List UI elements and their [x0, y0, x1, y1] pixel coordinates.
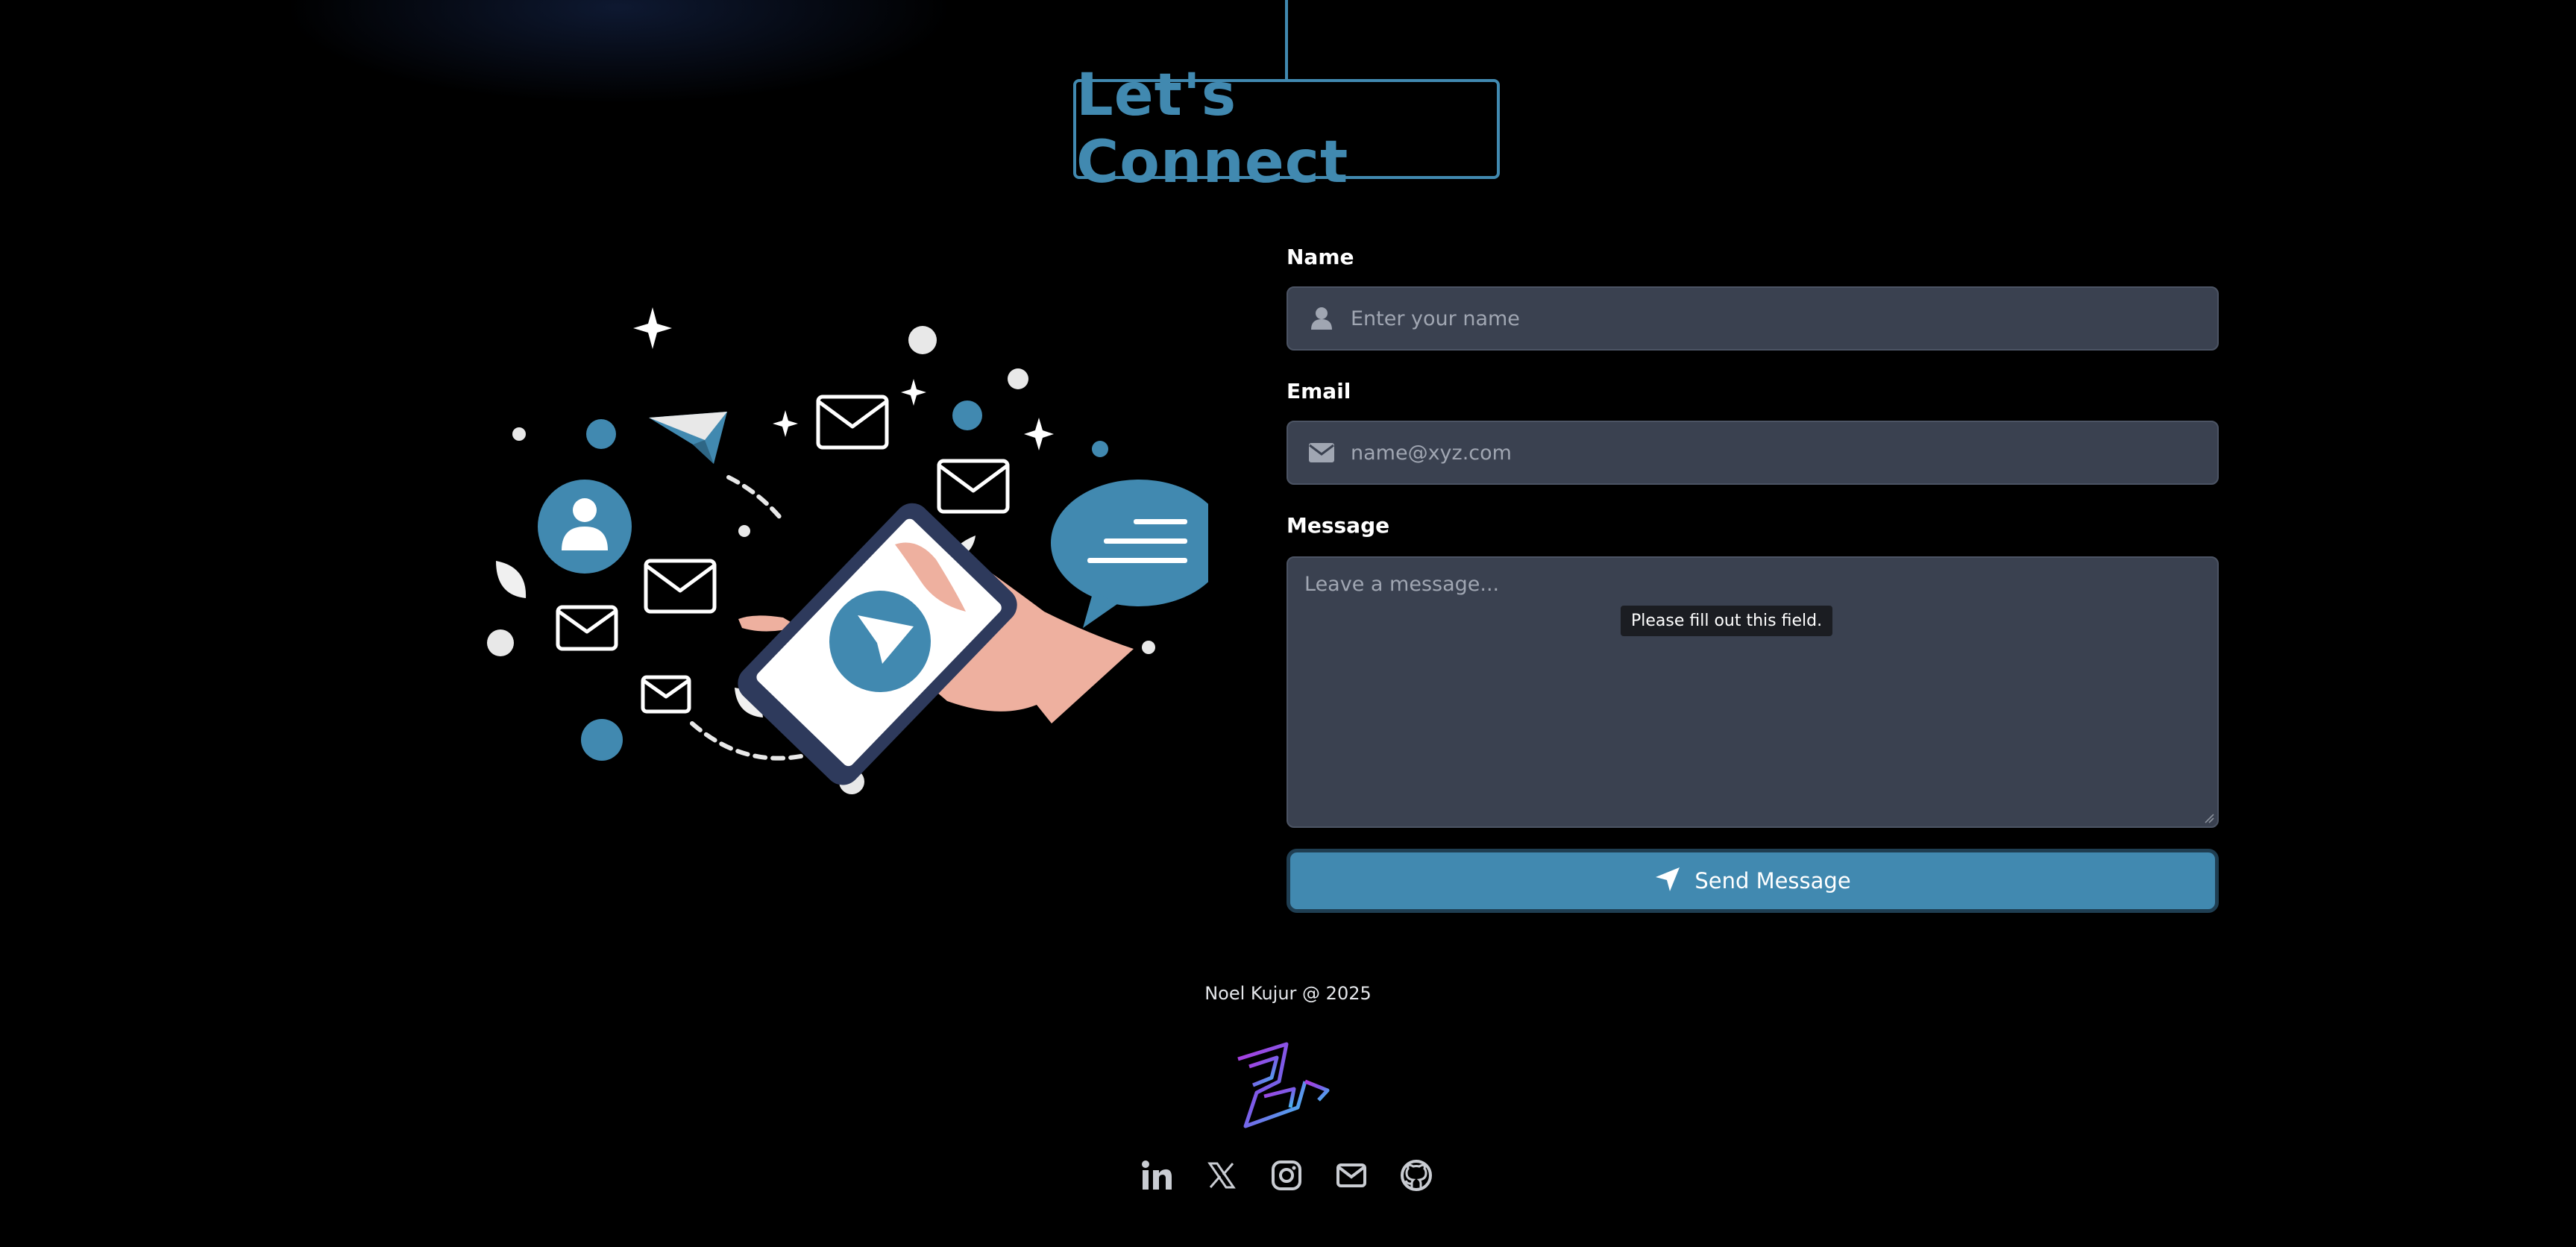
envelope-icon [556, 605, 618, 651]
message-textarea[interactable] [1287, 556, 2219, 828]
send-message-button[interactable]: Send Message [1287, 849, 2219, 913]
brand-logo [1237, 1042, 1330, 1128]
envelope-icon [641, 675, 691, 714]
sparkle-icon [633, 307, 672, 349]
email-label: Email [1287, 379, 1351, 403]
sparkle-icon [1024, 418, 1054, 450]
footer-credit: Noel Kujur @ 2025 [1204, 983, 1372, 1004]
email-input[interactable] [1349, 440, 2173, 465]
email-field[interactable] [1287, 421, 2219, 485]
resize-grip-icon[interactable] [2204, 813, 2214, 823]
envelope-icon [937, 459, 1010, 514]
message-label: Message [1287, 513, 1390, 538]
github-icon[interactable] [1397, 1156, 1436, 1195]
instagram-icon[interactable] [1267, 1156, 1306, 1195]
envelope-icon [644, 559, 717, 614]
sparkle-icon [901, 379, 926, 406]
user-icon [1309, 306, 1334, 331]
contact-illustration [487, 307, 1208, 794]
linkedin-icon[interactable] [1137, 1156, 1176, 1195]
name-field[interactable] [1287, 286, 2219, 351]
send-button-label: Send Message [1694, 868, 1851, 893]
background-glow [283, 0, 955, 104]
chat-bubble-icon [1051, 480, 1208, 628]
page-title: Let's Connect [1076, 62, 1349, 196]
send-icon [1654, 866, 1681, 896]
name-input[interactable] [1349, 306, 2173, 331]
envelope-icon [1309, 440, 1334, 465]
validation-tooltip: Please fill out this field. [1621, 606, 1833, 636]
sparkle-icon [773, 410, 798, 437]
name-label: Name [1287, 245, 1354, 269]
envelope-icon [816, 395, 889, 450]
page-title-box: Let's Connect [1073, 62, 1500, 196]
social-links [1137, 1155, 1436, 1196]
mail-icon[interactable] [1332, 1156, 1371, 1195]
x-icon[interactable] [1202, 1156, 1241, 1195]
